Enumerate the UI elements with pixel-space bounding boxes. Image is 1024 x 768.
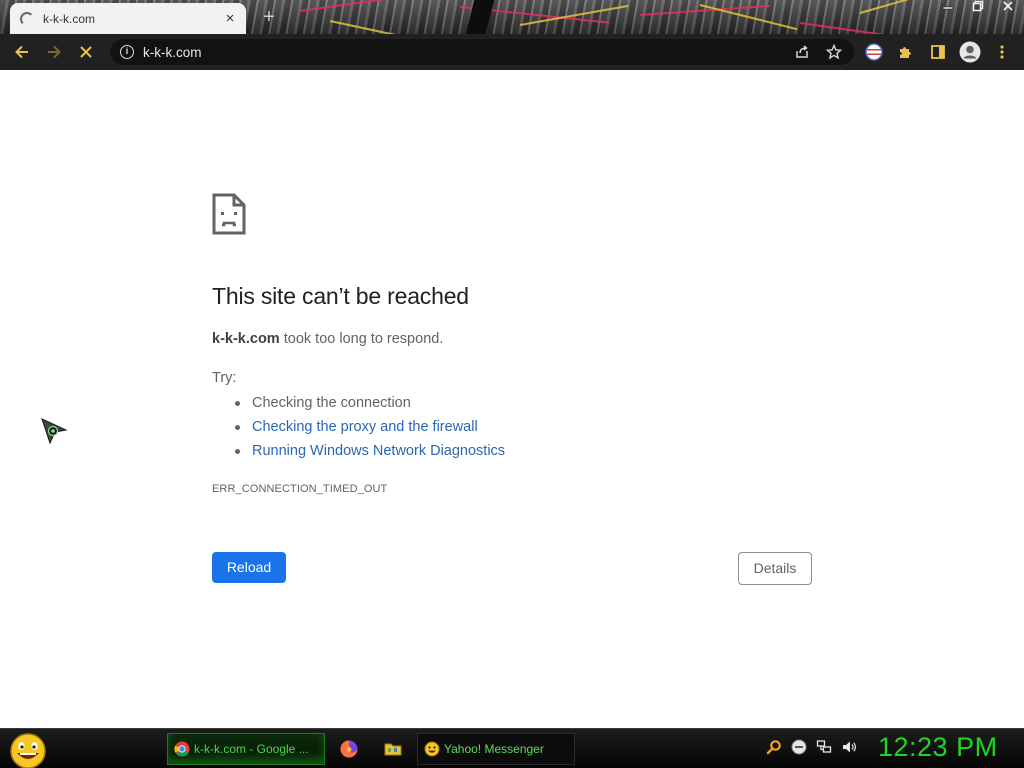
- back-arrow-icon: [15, 45, 28, 59]
- details-button[interactable]: Details: [738, 552, 812, 585]
- reload-button[interactable]: Reload: [212, 552, 286, 583]
- tab-active[interactable]: k-k-k.com ×: [10, 3, 246, 34]
- error-description: k-k-k.com took too long to respond.: [212, 331, 443, 347]
- taskbar: k-k-k.com - Google ... Yahoo! Messenger: [0, 728, 1024, 768]
- error-heading: This site can’t be reached: [212, 283, 469, 309]
- puzzle-piece-icon: [900, 47, 911, 58]
- avatar-icon: [959, 41, 981, 63]
- start-button-smiley-icon[interactable]: [8, 731, 48, 768]
- folder-icon[interactable]: [383, 739, 403, 759]
- new-tab-button[interactable]: +: [258, 6, 280, 28]
- chrome-icon: [174, 741, 190, 757]
- star-icon: [826, 44, 842, 60]
- volume-icon[interactable]: [841, 739, 857, 755]
- taskbar-item-label: k-k-k.com - Google ...: [194, 742, 309, 756]
- restore-button[interactable]: [968, 0, 988, 16]
- menu-button[interactable]: [990, 40, 1014, 64]
- share-button[interactable]: [790, 40, 814, 64]
- close-window-button[interactable]: [998, 0, 1018, 16]
- browser-toolbar: i k-k-k.com: [0, 34, 1024, 70]
- loading-spinner-icon: [20, 11, 34, 26]
- suggestion-link-network-diagnostics[interactable]: Running Windows Network Diagnostics: [252, 443, 505, 459]
- address-bar[interactable]: i k-k-k.com: [110, 39, 854, 65]
- forward-button[interactable]: [38, 34, 70, 70]
- minimize-button[interactable]: [938, 0, 958, 16]
- minus-circle-icon[interactable]: [791, 739, 807, 755]
- suggestion-list: Checking the connection Checking the pro…: [232, 394, 505, 466]
- network-icon[interactable]: [816, 739, 832, 755]
- mouse-cursor-icon: [41, 418, 68, 445]
- extensions-button[interactable]: [894, 40, 918, 64]
- taskbar-item-yahoo-messenger[interactable]: Yahoo! Messenger: [417, 733, 575, 765]
- tab-strip: k-k-k.com × +: [0, 0, 1024, 34]
- stop-loading-button[interactable]: [70, 34, 102, 70]
- sad-page-icon: [212, 193, 246, 235]
- taskbar-clock[interactable]: 12:23 PM: [878, 732, 998, 763]
- suggestion-item: Running Windows Network Diagnostics: [232, 442, 505, 466]
- flag-extension-icon: [865, 43, 883, 61]
- taskbar-item-label: Yahoo! Messenger: [444, 742, 544, 756]
- suggestion-item: Checking the proxy and the firewall: [232, 418, 505, 442]
- suggestion-item: Checking the connection: [232, 394, 505, 418]
- site-info-icon[interactable]: i: [120, 45, 134, 59]
- back-button[interactable]: [6, 34, 38, 70]
- bookmark-button[interactable]: [822, 40, 846, 64]
- minimize-icon: [942, 6, 954, 10]
- yahoo-messenger-icon: [424, 741, 440, 757]
- suggestion-link-proxy-firewall[interactable]: Checking the proxy and the firewall: [252, 419, 478, 435]
- error-description-text: took too long to respond.: [279, 331, 444, 347]
- stop-icon: [80, 46, 92, 58]
- profile-button[interactable]: [958, 40, 982, 64]
- close-icon: [1003, 1, 1013, 11]
- suggestion-check-connection: Checking the connection: [252, 395, 411, 411]
- desktop-screen: k-k-k.com × + i k-k-k.com This site can’…: [0, 0, 1024, 768]
- error-page: This site can’t be reached k-k-k.com too…: [0, 70, 1024, 728]
- error-code: ERR_CONNECTION_TIMED_OUT: [212, 483, 388, 495]
- tab-close-icon[interactable]: ×: [222, 11, 238, 27]
- tab-title: k-k-k.com: [43, 11, 95, 26]
- share-icon: [796, 45, 808, 58]
- search-icon[interactable]: [766, 739, 782, 755]
- error-host: k-k-k.com: [212, 331, 280, 347]
- restore-icon: [972, 0, 984, 12]
- kebab-menu-icon: [1000, 45, 1004, 59]
- address-url: k-k-k.com: [143, 44, 202, 60]
- side-panel-button[interactable]: [926, 40, 950, 64]
- try-label: Try:: [212, 370, 237, 386]
- side-panel-icon: [931, 45, 945, 59]
- extension-flag-button[interactable]: [862, 40, 886, 64]
- system-tray: [766, 739, 857, 755]
- forward-arrow-icon: [48, 45, 61, 59]
- firefox-icon[interactable]: [339, 739, 359, 759]
- taskbar-item-chrome[interactable]: k-k-k.com - Google ...: [167, 733, 325, 765]
- window-controls: [938, 0, 1018, 16]
